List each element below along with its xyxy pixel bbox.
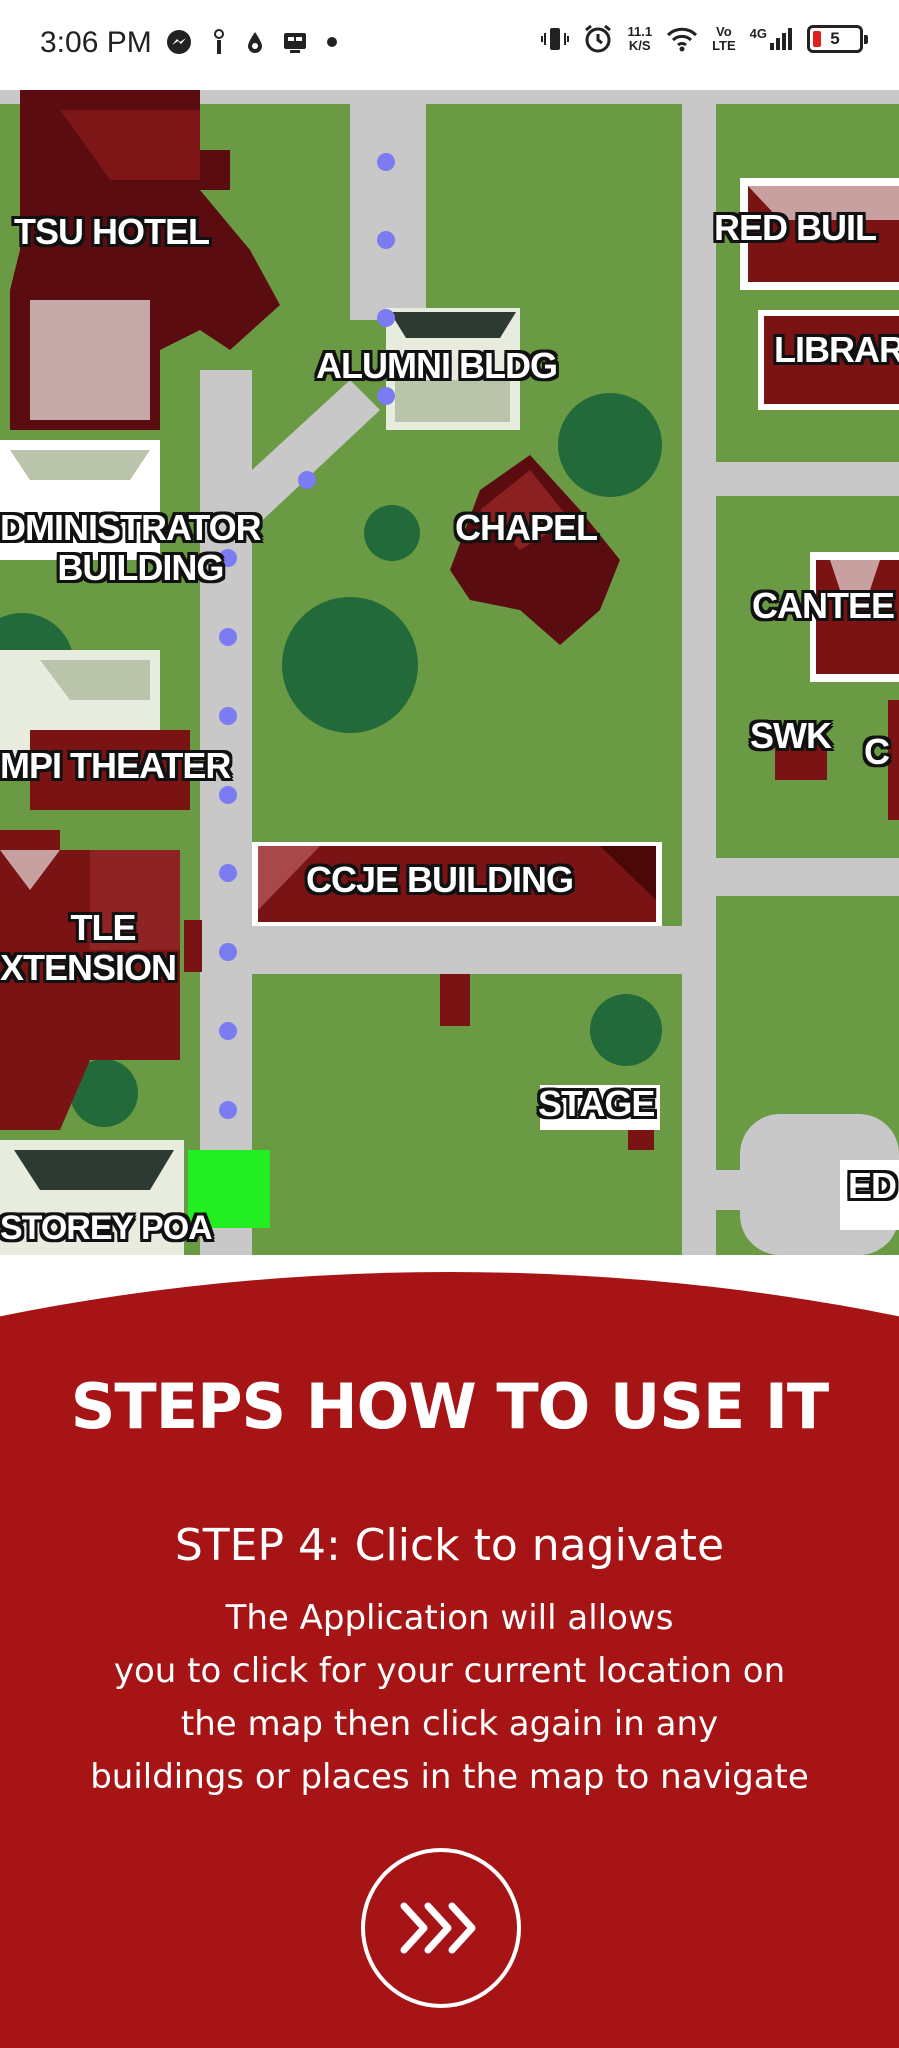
- step-description-line: the map then click again in any: [180, 1704, 719, 1744]
- map-label-storey[interactable]: STOREY POA: [0, 1209, 213, 1247]
- map-label-stage[interactable]: STAGE: [538, 1084, 655, 1124]
- map-label-red-building[interactable]: RED BUIL: [714, 208, 877, 248]
- step-description: The Application will allows you to click…: [50, 1592, 849, 1804]
- info-icon: [214, 29, 224, 54]
- map-label-administrator-line2: BUILDING: [57, 546, 224, 588]
- notification-icons: [166, 28, 338, 56]
- wifi-icon: [667, 27, 698, 52]
- next-step-button[interactable]: [361, 1848, 521, 2008]
- map-label-tle-line1: TLE: [70, 907, 137, 948]
- triple-chevron-right-icon: [400, 1902, 476, 1954]
- map-label-library[interactable]: LIBRAR: [774, 330, 899, 370]
- step-title: STEP 4: Click to nagivate: [174, 1520, 725, 1571]
- map-graphics: [0, 90, 899, 1255]
- map-label-chapel[interactable]: CHAPEL: [455, 508, 598, 548]
- map-label-ed[interactable]: ED: [848, 1166, 897, 1206]
- map-label-administrator-building[interactable]: DMINISTRATOR BUILDING: [0, 507, 262, 588]
- map-label-tsu-hotel[interactable]: TSU HOTEL: [14, 212, 210, 252]
- dot-icon: [327, 37, 337, 47]
- net-speed-unit: K/S: [628, 38, 651, 53]
- instructions-panel: STEPS HOW TO USE IT STEP 4: Click to nag…: [0, 1272, 899, 2048]
- network-type: 4G: [749, 26, 767, 41]
- map-label-ccje-building[interactable]: CCJE BUILDING: [306, 860, 574, 900]
- media-icon: [284, 33, 306, 53]
- status-bar: 3:06 PM 11.1 K/S Vo LTE 4G 5: [0, 0, 899, 90]
- net-speed: 11.1 K/S: [627, 25, 652, 53]
- battery-icon: 5: [807, 25, 868, 53]
- volte-top: Vo: [716, 24, 732, 39]
- map-label-tle-extension[interactable]: TLE XTENSION: [0, 907, 177, 988]
- map-label-tle-line2: XTENSION: [0, 946, 177, 988]
- step-description-line: buildings or places in the map to naviga…: [90, 1757, 809, 1797]
- map-label-alumni-bldg[interactable]: ALUMNI BLDG: [316, 346, 558, 386]
- map-label-theater[interactable]: MPI THEATER: [0, 746, 231, 786]
- step-description-line: you to click for your current location o…: [113, 1651, 786, 1691]
- campus-map[interactable]: TSU HOTEL ALUMNI BLDG RED BUIL LIBRAR DM…: [0, 90, 899, 1255]
- messenger-icon: [167, 30, 191, 54]
- alarm-icon: [585, 24, 612, 53]
- map-label-swk[interactable]: SWK: [750, 716, 832, 756]
- system-icons: 11.1 K/S Vo LTE 4G 5: [541, 24, 868, 54]
- step-description-line: The Application will allows: [225, 1598, 674, 1638]
- vibrate-icon: [541, 28, 570, 50]
- net-speed-value: 11.1: [627, 24, 653, 39]
- map-label-canteen[interactable]: CANTEE: [752, 586, 895, 626]
- map-label-c[interactable]: C: [864, 732, 890, 772]
- volte-indicator: Vo LTE: [712, 25, 736, 53]
- battery-level: 5: [830, 29, 840, 48]
- status-time: 3:06 PM: [40, 26, 152, 59]
- volte-bottom: LTE: [712, 38, 736, 53]
- panel-title: STEPS HOW TO USE IT: [70, 1370, 829, 1443]
- map-label-administrator-line1: DMINISTRATOR: [0, 507, 262, 548]
- signal-icon: [770, 28, 792, 50]
- drop-icon: [248, 32, 262, 53]
- cell-signal: 4G: [750, 27, 793, 51]
